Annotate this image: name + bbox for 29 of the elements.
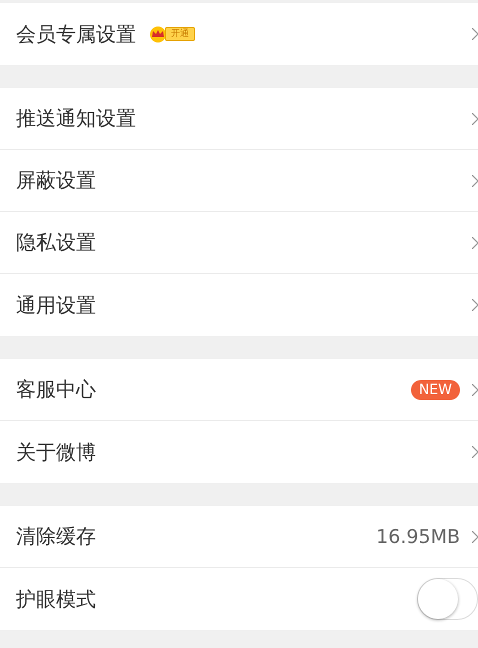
- settings-row[interactable]: 清除缓存 16.95MB: [0, 506, 478, 568]
- row-label: 护眼模式: [16, 586, 96, 612]
- new-badge: NEW: [410, 380, 460, 400]
- chevron-icon: [472, 174, 478, 186]
- toggle-switch[interactable]: [417, 578, 478, 620]
- row-label: 清除缓存: [16, 523, 96, 550]
- row-label: 推送通知设置: [16, 105, 136, 132]
- chevron-icon: [472, 384, 478, 396]
- chevron-icon: [472, 112, 478, 124]
- settings-row[interactable]: 隐私设置: [0, 212, 478, 274]
- cache-size: 16.95MB: [376, 526, 460, 548]
- row-label: 客服中心: [16, 376, 96, 403]
- row-label: 会员专属设置: [16, 20, 136, 48]
- settings-row[interactable]: 会员专属设置 开通: [0, 3, 478, 65]
- chevron-icon: [472, 299, 478, 311]
- chevron-icon: [472, 28, 478, 40]
- settings-row[interactable]: 推送通知设置: [0, 88, 478, 150]
- chevron-icon: [472, 236, 478, 248]
- row-label: 关于微博: [16, 438, 96, 466]
- row-label: 屏蔽设置: [16, 167, 96, 194]
- chevron-icon: [472, 446, 478, 458]
- settings-row[interactable]: 关于微博: [0, 421, 478, 483]
- row-label: 通用设置: [16, 292, 96, 318]
- chevron-icon: [472, 530, 478, 542]
- row-label: 隐私设置: [16, 229, 96, 256]
- settings-row[interactable]: 通用设置: [0, 274, 478, 336]
- settings-row[interactable]: 屏蔽设置: [0, 150, 478, 212]
- settings-row[interactable]: 护眼模式: [0, 568, 478, 630]
- settings-row[interactable]: 客服中心 NEW: [0, 359, 478, 421]
